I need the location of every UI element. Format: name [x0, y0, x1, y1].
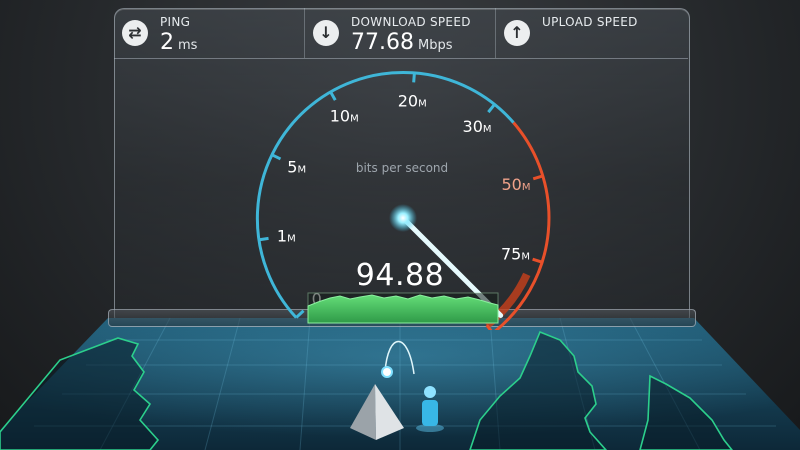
server-dot — [381, 366, 393, 378]
gauge-tick-label: 75M — [501, 245, 530, 264]
gauge-tick-mark — [328, 90, 337, 101]
throughput-graph — [307, 292, 499, 324]
gauge-tick-label: 10M — [330, 107, 359, 126]
gauge-tick-mark — [487, 103, 496, 114]
gauge-tick-label: 50M — [501, 175, 530, 194]
gauge-tick-mark — [412, 72, 416, 83]
gauge-tick-mark — [295, 309, 305, 319]
gauge-tick-mark — [532, 174, 544, 181]
gauge-hub — [389, 204, 417, 232]
gauge-tick-label: 1M — [277, 227, 296, 246]
gauge-tick-mark — [532, 257, 543, 264]
gauge-tick-mark — [270, 153, 282, 161]
gauge-tick-mark — [258, 236, 269, 242]
gauge-high-range-arc — [494, 121, 551, 330]
gauge-unit-caption: bits per second — [355, 161, 449, 175]
gauge-tick-label: 30M — [463, 117, 492, 136]
gauge-speed-reading: 94.88 — [355, 258, 445, 293]
gauge-tick-label: 5M — [287, 158, 306, 177]
gauge-tick-label: 20M — [398, 91, 427, 110]
world-map-floor — [0, 317, 800, 450]
